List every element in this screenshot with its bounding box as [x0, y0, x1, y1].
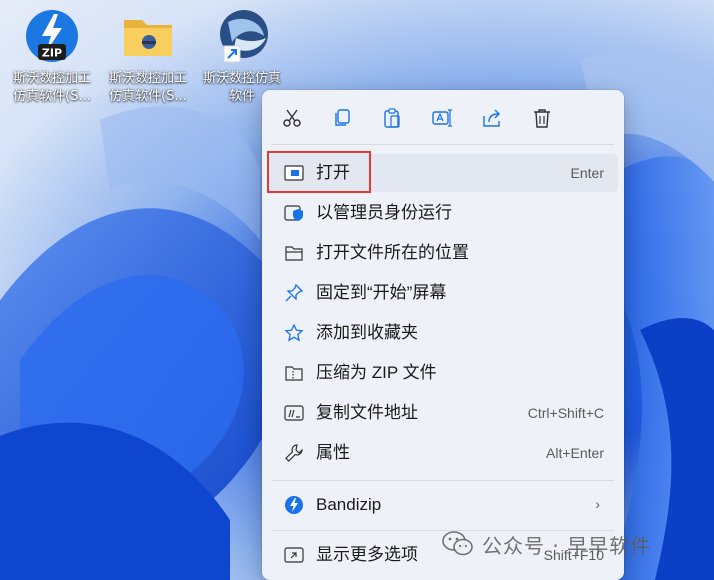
paste-button[interactable]	[372, 100, 412, 136]
zip-badge: ZIP	[42, 47, 62, 60]
copy-button[interactable]	[322, 100, 362, 136]
desktop-icon-caption: 斯沃数控加工 仿真软件(S...	[108, 71, 187, 104]
copy-icon	[335, 109, 350, 126]
wechat-icon	[442, 531, 473, 556]
desktop-icon-caption: 斯沃数控加工 仿真软件(S...	[12, 71, 91, 104]
rename-icon	[432, 109, 452, 127]
menu-item-label: 固定到“开始”屏幕	[316, 283, 447, 302]
highlight-box	[267, 151, 371, 193]
menu-separator	[272, 144, 614, 145]
watermark-text: 公众号 · 早早软件	[482, 533, 652, 558]
cut-icon	[283, 109, 301, 127]
menu-item-label: Bandizip	[316, 495, 382, 514]
zip-file-icon: ZIP	[24, 8, 80, 64]
menu-item-shortcut: Ctrl+Shift+C	[527, 405, 604, 421]
menu-item-add-favorites[interactable]: 添加到收藏夹	[268, 314, 618, 352]
menu-item-copy-path[interactable]: 复制文件地址 Ctrl+Shift+C	[268, 394, 618, 432]
menu-separator	[272, 480, 614, 481]
shield-run-icon	[284, 203, 304, 223]
delete-icon	[534, 109, 550, 128]
wrench-icon	[284, 443, 304, 463]
menu-item-open-location[interactable]: 打开文件所在的位置	[268, 234, 618, 272]
menu-item-compress-zip[interactable]: 压缩为 ZIP 文件	[268, 354, 618, 392]
menu-item-label: 复制文件地址	[316, 403, 418, 422]
menu-item-bandizip[interactable]: Bandizip ›	[268, 486, 618, 524]
star-icon	[284, 323, 304, 343]
share-icon	[483, 109, 500, 127]
menu-item-pin-start[interactable]: 固定到“开始”屏幕	[268, 274, 618, 312]
paste-icon	[384, 108, 400, 128]
folder-icon	[120, 8, 176, 64]
share-button[interactable]	[472, 100, 512, 136]
menu-item-label: 显示更多选项	[316, 545, 418, 564]
menu-item-shortcut: Alt+Enter	[546, 445, 604, 461]
menu-item-run-as-admin[interactable]: 以管理员身份运行	[268, 194, 618, 232]
app-shortcut-icon	[214, 8, 270, 64]
cut-button[interactable]	[272, 100, 312, 136]
rename-button[interactable]	[422, 100, 462, 136]
copy-path-icon	[284, 403, 304, 423]
delete-button[interactable]	[522, 100, 562, 136]
menu-item-label: 以管理员身份运行	[316, 203, 452, 222]
menu-item-label: 属性	[316, 443, 350, 462]
desktop-icon-zip[interactable]: ZIP 斯沃数控加工 仿真软件(S...	[4, 6, 100, 110]
pin-icon	[284, 283, 304, 303]
watermark: 公众号 · 早早软件	[442, 526, 651, 562]
folder-open-icon	[284, 243, 304, 263]
bandizip-icon	[284, 495, 304, 515]
zip-folder-icon	[284, 363, 304, 383]
menu-item-shortcut: Enter	[570, 165, 604, 181]
chevron-right-icon: ›	[595, 496, 600, 512]
desktop-icon-folder[interactable]: 斯沃数控加工 仿真软件(S...	[100, 6, 196, 110]
menu-item-label: 打开文件所在的位置	[316, 243, 469, 262]
menu-item-properties[interactable]: 属性 Alt+Enter	[268, 434, 618, 472]
context-menu-toolbar	[262, 100, 624, 136]
menu-item-label: 添加到收藏夹	[316, 323, 418, 342]
more-options-icon	[284, 545, 304, 565]
menu-item-label: 压缩为 ZIP 文件	[316, 363, 437, 382]
